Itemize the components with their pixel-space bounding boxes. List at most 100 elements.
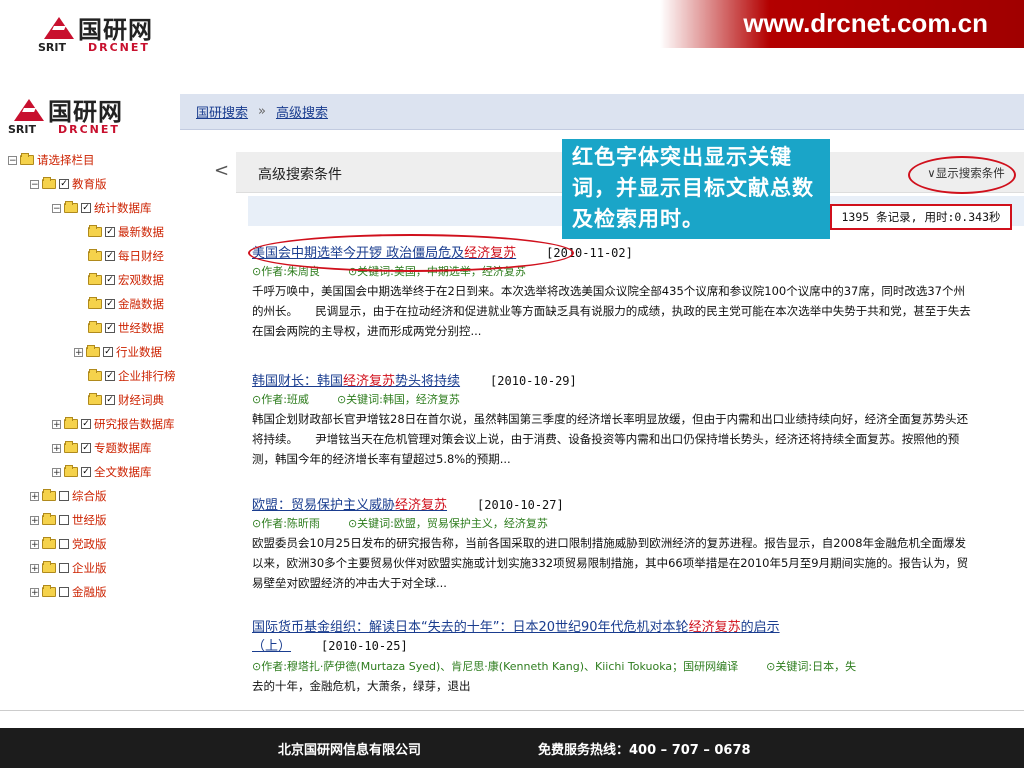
- result-keywords[interactable]: ⊙关键词:韩国，经济复苏: [337, 393, 460, 406]
- tree-checkbox[interactable]: ✓: [105, 251, 115, 261]
- tree-checkbox[interactable]: ✓: [81, 467, 91, 477]
- expand-icon[interactable]: +: [30, 539, 39, 549]
- footer-hotline: 免费服务热线：400 – 707 – 0678: [538, 743, 751, 758]
- tree-node[interactable]: + 企业版: [30, 560, 107, 576]
- tree-node-label[interactable]: 企业版: [72, 560, 107, 576]
- expand-icon[interactable]: +: [52, 443, 61, 453]
- tree-node[interactable]: ✓ 最新数据: [88, 224, 164, 240]
- tree-node-label[interactable]: 教育版: [72, 176, 107, 192]
- collapse-icon[interactable]: −: [52, 203, 61, 213]
- result-title: 韩国财长：韩国经济复苏势头将持续 [2010-10-29]: [252, 370, 974, 389]
- tree-node-label[interactable]: 金融版: [72, 584, 107, 600]
- breadcrumb-separator: »: [258, 104, 266, 119]
- tree-node[interactable]: + ✓ 研究报告数据库: [52, 416, 175, 432]
- tree-checkbox[interactable]: ✓: [105, 371, 115, 381]
- tree-node-label[interactable]: 金融数据: [118, 296, 164, 312]
- tree-node[interactable]: ✓ 金融数据: [88, 296, 164, 312]
- collapse-sidebar-button[interactable]: <: [214, 160, 229, 181]
- expand-icon[interactable]: +: [30, 587, 39, 597]
- logo-triangle-icon: [44, 16, 74, 39]
- tree-node[interactable]: + ✓ 全文数据库: [52, 464, 152, 480]
- result-author[interactable]: ⊙作者:穆塔扎·萨伊德(Murtaza Syed)、肯尼思·康(Kenneth …: [252, 660, 738, 673]
- tree-node-label[interactable]: 最新数据: [118, 224, 164, 240]
- tree-checkbox[interactable]: ✓: [105, 395, 115, 405]
- tree-node[interactable]: − 请选择栏目: [8, 152, 95, 168]
- tree-node-label[interactable]: 行业数据: [116, 344, 162, 360]
- logo-triangle-icon: [14, 98, 44, 121]
- tree-node[interactable]: ✓ 世经数据: [88, 320, 164, 336]
- tree-checkbox[interactable]: [59, 515, 69, 525]
- tree-checkbox[interactable]: ✓: [59, 179, 69, 189]
- tree-node-label[interactable]: 世经数据: [118, 320, 164, 336]
- expand-icon[interactable]: +: [52, 467, 61, 477]
- tree-checkbox[interactable]: ✓: [105, 299, 115, 309]
- tree-checkbox[interactable]: [59, 491, 69, 501]
- result-title-link[interactable]: 欧盟：贸易保护主义威胁经济复苏: [252, 498, 447, 513]
- tree-node-label[interactable]: 研究报告数据库: [94, 416, 175, 432]
- tree-node[interactable]: ✓ 企业排行榜: [88, 368, 176, 384]
- tree-checkbox[interactable]: [59, 539, 69, 549]
- result-abstract: 千呼万唤中，美国国会中期选举终于在2日到来。本次选举将改选美国众议院全部435个…: [252, 284, 971, 338]
- footer-company: 北京国研网信息有限公司: [278, 743, 422, 758]
- expand-icon[interactable]: +: [30, 563, 39, 573]
- tree-checkbox[interactable]: ✓: [81, 419, 91, 429]
- slide-logo: 国研网 SRIT DRCNET: [38, 10, 153, 54]
- tree-node[interactable]: ✓ 财经词典: [88, 392, 164, 408]
- tree-node[interactable]: + 党政版: [30, 536, 107, 552]
- app-logo[interactable]: 国研网 SRIT DRCNET: [8, 92, 123, 136]
- tree-node[interactable]: − ✓ 教育版: [30, 176, 107, 192]
- result-author[interactable]: ⊙作者:班威: [252, 393, 309, 406]
- tree-node-label[interactable]: 财经词典: [118, 392, 164, 408]
- condition-title: 高级搜索条件: [258, 167, 342, 183]
- tree-node-label[interactable]: 专题数据库: [94, 440, 152, 456]
- tree-node[interactable]: + 综合版: [30, 488, 107, 504]
- tree-node-label[interactable]: 宏观数据: [118, 272, 164, 288]
- content-divider: [0, 710, 1024, 711]
- tree-node-label[interactable]: 党政版: [72, 536, 107, 552]
- result-author[interactable]: ⊙作者:陈昕雨: [252, 517, 320, 530]
- logo-drcnet: DRCNET: [58, 123, 120, 136]
- tree-node-label[interactable]: 综合版: [72, 488, 107, 504]
- tree-node-label[interactable]: 世经版: [72, 512, 107, 528]
- logo-cn: 国研网: [78, 16, 153, 44]
- collapse-icon[interactable]: −: [30, 179, 39, 189]
- tree-node[interactable]: + 金融版: [30, 584, 107, 600]
- tree-checkbox[interactable]: ✓: [103, 347, 113, 357]
- site-url: www.drcnet.com.cn: [743, 8, 988, 38]
- expand-icon[interactable]: +: [30, 515, 39, 525]
- folder-icon: [88, 297, 102, 309]
- folder-icon: [88, 273, 102, 285]
- logo-drcnet: DRCNET: [88, 41, 150, 54]
- tree-node[interactable]: + ✓ 专题数据库: [52, 440, 152, 456]
- tree-node[interactable]: + ✓ 行业数据: [74, 344, 162, 360]
- expand-icon[interactable]: +: [52, 419, 61, 429]
- breadcrumb-home-link[interactable]: 国研搜索: [196, 102, 248, 121]
- tree-checkbox[interactable]: ✓: [81, 443, 91, 453]
- result-title-link[interactable]: 韩国财长：韩国经济复苏势头将持续: [252, 374, 460, 389]
- collapse-icon[interactable]: −: [8, 155, 17, 165]
- tree-checkbox[interactable]: ✓: [105, 323, 115, 333]
- folder-icon: [64, 201, 78, 213]
- tree-node-label[interactable]: 企业排行榜: [118, 368, 176, 384]
- breadcrumb-current-link[interactable]: 高级搜索: [276, 102, 328, 121]
- tree-node[interactable]: ✓ 每日财经: [88, 248, 164, 264]
- expand-icon[interactable]: +: [74, 347, 83, 357]
- folder-icon: [42, 585, 56, 597]
- tree-checkbox[interactable]: [59, 587, 69, 597]
- tree-checkbox[interactable]: ✓: [105, 227, 115, 237]
- tree-node[interactable]: + 世经版: [30, 512, 107, 528]
- tree-checkbox[interactable]: ✓: [81, 203, 91, 213]
- expand-icon[interactable]: +: [30, 491, 39, 501]
- tree-node[interactable]: − ✓ 统计数据库: [52, 200, 152, 216]
- result-keywords[interactable]: ⊙关键词:欧盟，贸易保护主义，经济复苏: [348, 517, 548, 530]
- tree-node-label[interactable]: 全文数据库: [94, 464, 152, 480]
- breadcrumb: 国研搜索 » 高级搜索: [180, 94, 1024, 130]
- result-keywords[interactable]: ⊙关键词:日本，失: [766, 660, 856, 673]
- tree-node[interactable]: ✓ 宏观数据: [88, 272, 164, 288]
- tree-checkbox[interactable]: ✓: [105, 275, 115, 285]
- folder-icon: [88, 393, 102, 405]
- tree-node-label[interactable]: 统计数据库: [94, 200, 152, 216]
- tree-node-label[interactable]: 请选择栏目: [37, 152, 95, 168]
- tree-node-label[interactable]: 每日财经: [118, 248, 164, 264]
- tree-checkbox[interactable]: [59, 563, 69, 573]
